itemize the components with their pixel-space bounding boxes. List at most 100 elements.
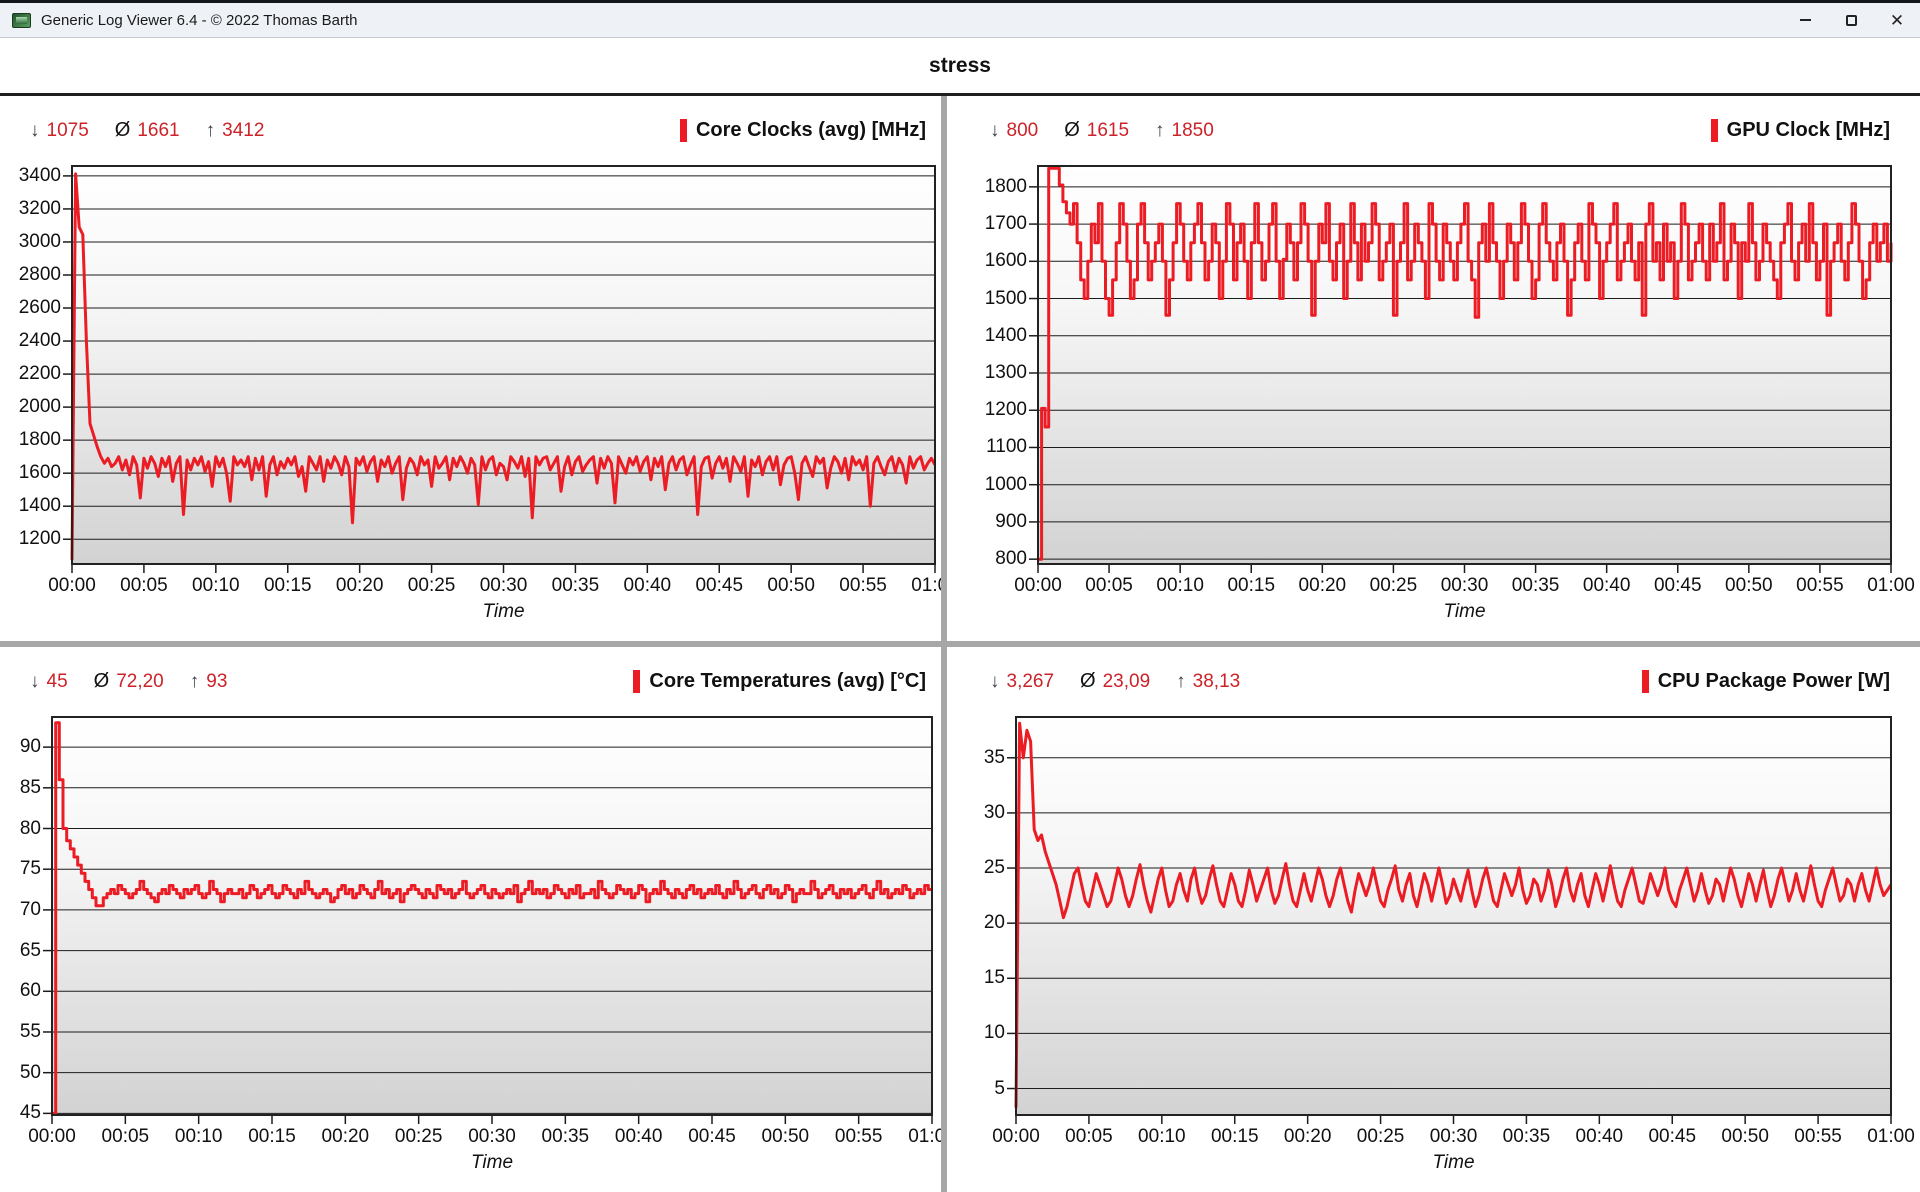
x-axis-title: Time [1432, 1152, 1474, 1174]
y-axis-tick-label: 2400 [0, 330, 61, 352]
y-axis-tick-label: 800 [947, 548, 1027, 570]
y-axis-tick-label: 75 [0, 858, 41, 880]
y-axis-tick-label: 900 [947, 511, 1027, 533]
y-axis-tick-label: 1100 [947, 436, 1027, 458]
y-axis-tick-label: 1700 [947, 213, 1027, 235]
minimize-button[interactable] [1782, 3, 1828, 37]
x-axis-tick-label: 00:05 [1065, 1126, 1113, 1148]
chart-plot-area [1038, 166, 1891, 564]
y-axis-tick-label: 1200 [947, 399, 1027, 421]
x-axis-tick-label: 00:55 [835, 1126, 883, 1148]
x-axis-tick-label: 01:00 [1867, 1126, 1915, 1148]
x-axis-tick-label: 00:25 [1357, 1126, 1405, 1148]
x-axis-tick-label: 00:15 [1211, 1126, 1259, 1148]
y-axis-tick-label: 1300 [947, 362, 1027, 384]
x-axis-tick-label: 00:40 [1576, 1126, 1624, 1148]
close-button[interactable]: ✕ [1874, 3, 1920, 37]
x-axis-tick-label: 00:35 [552, 575, 600, 597]
x-axis-tick-label: 00:55 [1796, 575, 1844, 597]
x-axis-tick-label: 00:55 [1794, 1126, 1842, 1148]
y-axis-tick-label: 80 [0, 818, 41, 840]
y-axis-tick-label: 3400 [0, 165, 61, 187]
x-axis-title: Time [471, 1152, 513, 1174]
chart-plot-area [1016, 717, 1891, 1115]
y-axis-tick-label: 20 [947, 912, 1005, 934]
y-axis-tick-label: 1000 [947, 474, 1027, 496]
maximize-button[interactable] [1828, 3, 1874, 37]
y-axis-tick-label: 1400 [0, 495, 61, 517]
y-axis-tick-label: 1400 [947, 325, 1027, 347]
plot-cpu-package-power: 353025201510500:0000:0500:1000:1500:2000… [947, 647, 1920, 1192]
y-axis-tick-label: 35 [947, 747, 1005, 769]
y-axis-tick-label: 10 [947, 1022, 1005, 1044]
x-axis-tick-label: 00:05 [120, 575, 168, 597]
x-axis-tick-label: 00:35 [1512, 575, 1560, 597]
y-axis-tick-label: 55 [0, 1021, 41, 1043]
minimize-icon [1800, 19, 1811, 21]
y-axis-tick-label: 1600 [947, 250, 1027, 272]
y-axis-tick-label: 3000 [0, 231, 61, 253]
y-axis-tick-label: 1800 [947, 176, 1027, 198]
maximize-icon [1846, 15, 1857, 26]
app-logo-icon[interactable] [12, 13, 31, 28]
x-axis-tick-label: 00:40 [624, 575, 672, 597]
chart-plot-area [52, 717, 932, 1115]
x-axis-tick-label: 01:00 [1867, 575, 1915, 597]
x-axis-tick-label: 00:40 [1583, 575, 1631, 597]
plot-gpu-clock: 1800 1700 1600 1500 1400 1300 1200 1100 1000 900 8… [947, 96, 1920, 641]
x-axis-tick-label: 00:30 [1441, 575, 1489, 597]
panel-core-temperatures: ↓ 45 Ø 72,20 ↑ 93 Core Temperatures (avg… [0, 647, 941, 1192]
x-axis-tick-label: 00:20 [322, 1126, 370, 1148]
x-axis-title: Time [482, 601, 524, 623]
x-axis-tick-label: 00:10 [192, 575, 240, 597]
x-axis-tick-label: 00:00 [992, 1126, 1040, 1148]
x-axis-tick-label: 00:35 [1503, 1126, 1551, 1148]
x-axis-tick-label: 00:25 [395, 1126, 443, 1148]
x-axis-tick-label: 00:20 [1284, 1126, 1332, 1148]
x-axis-tick-label: 00:30 [480, 575, 528, 597]
window-titlebar: Generic Log Viewer 6.4 - © 2022 Thomas B… [0, 0, 1920, 38]
y-axis-tick-label: 2600 [0, 297, 61, 319]
x-axis-tick-label: 00:35 [542, 1126, 590, 1148]
x-axis-tick-label: 00:45 [1654, 575, 1702, 597]
chart-plot-area [72, 166, 935, 564]
y-axis-tick-label: 45 [0, 1102, 41, 1124]
x-axis-tick-label: 01:00 [911, 575, 941, 597]
x-axis-tick-label: 00:45 [688, 1126, 736, 1148]
panel-core-clocks: ↓ 1075 Ø 1661 ↑ 3412 Core Clocks (avg) [… [0, 96, 941, 641]
x-axis-tick-label: 00:50 [762, 1126, 810, 1148]
x-axis-tick-label: 00:10 [175, 1126, 223, 1148]
plot-core-clocks: 3400320030002800260024002200200018001600… [0, 96, 941, 641]
y-axis-tick-label: 1500 [947, 288, 1027, 310]
y-axis-tick-label: 50 [0, 1062, 41, 1084]
y-axis-tick-label: 30 [947, 802, 1005, 824]
x-axis-tick-label: 00:10 [1156, 575, 1204, 597]
x-axis-tick-label: 00:40 [615, 1126, 663, 1148]
x-axis-tick-label: 00:55 [839, 575, 887, 597]
x-axis-tick-label: 00:45 [1648, 1126, 1696, 1148]
chart-grid: ↓ 1075 Ø 1661 ↑ 3412 Core Clocks (avg) [… [0, 96, 1920, 1192]
close-icon: ✕ [1890, 12, 1904, 29]
y-axis-tick-label: 2000 [0, 396, 61, 418]
x-axis-tick-label: 00:05 [1085, 575, 1133, 597]
window-title: Generic Log Viewer 6.4 - © 2022 Thomas B… [41, 12, 358, 29]
x-axis-tick-label: 00:50 [1725, 575, 1773, 597]
x-axis-tick-label: 00:50 [1721, 1126, 1769, 1148]
y-axis-tick-label: 1600 [0, 462, 61, 484]
y-axis-tick-label: 1800 [0, 429, 61, 451]
x-axis-tick-label: 00:30 [1430, 1126, 1478, 1148]
x-axis-tick-label: 00:30 [468, 1126, 516, 1148]
x-axis-tick-label: 01:00 [908, 1126, 941, 1148]
y-axis-tick-label: 60 [0, 980, 41, 1002]
x-axis-tick-label: 00:50 [767, 575, 815, 597]
y-axis-tick-label: 25 [947, 857, 1005, 879]
x-axis-tick-label: 00:15 [264, 575, 312, 597]
x-axis-tick-label: 00:15 [1227, 575, 1275, 597]
y-axis-tick-label: 2200 [0, 363, 61, 385]
x-axis-title: Time [1443, 601, 1485, 623]
page-header: stress [0, 38, 1920, 93]
y-axis-tick-label: 3200 [0, 198, 61, 220]
y-axis-tick-label: 90 [0, 736, 41, 758]
window-controls: ✕ [1782, 3, 1920, 37]
panel-gpu-clock: ↓ 800 Ø 1615 ↑ 1850 GPU Clock [MHz] 1800… [947, 96, 1920, 641]
